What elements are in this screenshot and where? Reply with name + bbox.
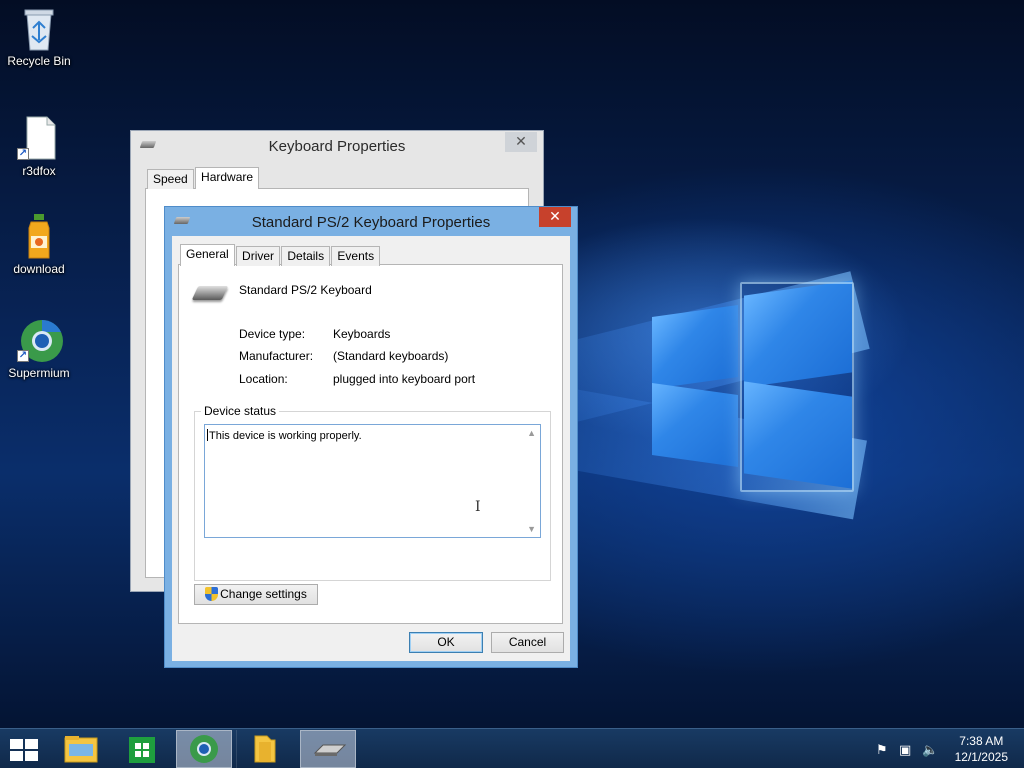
desktop-icon-r3dfox[interactable]: ↗ r3dfox — [0, 116, 78, 178]
uac-shield-icon — [205, 587, 219, 601]
tab-events[interactable]: Events — [331, 246, 381, 266]
taskbar-file-explorer[interactable] — [53, 730, 109, 768]
window-title: Keyboard Properties — [268, 138, 406, 155]
ok-button[interactable]: OK — [409, 632, 483, 653]
tab-general[interactable]: General — [180, 244, 235, 266]
tab-details[interactable]: Details — [281, 246, 331, 266]
device-status-label: Device status — [201, 404, 280, 418]
keyboard-device-icon — [191, 286, 229, 300]
device-status-textbox[interactable]: This device is working properly. ▲ ▼ I — [204, 424, 541, 538]
standard-ps2-keyboard-properties-dialog: Standard PS/2 Keyboard Properties ✕ Stan… — [164, 206, 578, 668]
taskbar-supermium[interactable] — [176, 730, 232, 768]
browser-icon: ↗ — [17, 318, 63, 362]
wallpaper-logo-glow — [740, 282, 854, 492]
tab-hardware[interactable]: Hardware — [195, 167, 260, 189]
folder-icon — [254, 735, 276, 763]
taskbar: ⚑ ▣ 🔈 7:38 AM 12/1/2025 — [0, 728, 1024, 768]
device-status-text: This device is working properly. — [209, 430, 362, 442]
file-shortcut-icon: ↗ — [17, 116, 59, 160]
desktop-icon-download[interactable]: download — [0, 214, 78, 276]
desktop-icon-label: Supermium — [8, 366, 70, 380]
location-label: Location: — [239, 372, 288, 386]
windows-logo-icon — [10, 739, 38, 761]
change-settings-button[interactable]: Change settings — [194, 584, 318, 605]
window-title: Standard PS/2 Keyboard Properties — [251, 214, 491, 231]
wallpaper-logo-pane — [652, 304, 738, 390]
ibeam-cursor-icon: I — [475, 499, 481, 515]
device-status-text-wrap: This device is working properly. — [207, 429, 362, 442]
juice-bottle-icon — [19, 214, 59, 259]
tab-strip: General Driver Details Events — [180, 244, 381, 268]
cancel-button[interactable]: Cancel — [491, 632, 564, 653]
desktop-icon-supermium[interactable]: ↗ Supermium — [0, 318, 78, 380]
tab-speed[interactable]: Speed — [147, 169, 194, 189]
tab-driver[interactable]: Driver — [236, 246, 281, 266]
text-caret — [207, 429, 208, 441]
change-settings-label: Change settings — [220, 587, 307, 601]
wallpaper-logo-pane — [652, 382, 738, 468]
taskbar-clock[interactable]: 7:38 AM 12/1/2025 — [955, 733, 1008, 765]
desktop: Recycle Bin ↗ r3dfox download ↗ Supermiu… — [0, 0, 1024, 728]
taskbar-folder[interactable] — [236, 730, 292, 768]
recycle-bin-icon — [19, 6, 59, 51]
location-value: plugged into keyboard port — [333, 372, 476, 386]
device-status-group: Device status This device is working pro… — [194, 404, 551, 581]
flag-icon[interactable]: ⚑ — [876, 742, 888, 758]
window-titlebar[interactable]: Keyboard Properties ✕ — [131, 131, 543, 161]
tab-strip: Speed Hardware — [147, 167, 260, 191]
desktop-icon-recycle-bin[interactable]: Recycle Bin — [0, 6, 78, 68]
taskbar-store[interactable] — [114, 730, 170, 768]
clock-time: 7:38 AM — [959, 734, 1004, 748]
start-button[interactable] — [0, 730, 48, 768]
browser-icon — [190, 735, 218, 763]
dialog-client-area: Standard PS/2 Keyboard Device type: Keyb… — [172, 236, 570, 661]
desktop-icon-label: r3dfox — [22, 164, 56, 178]
shortcut-arrow-icon: ↗ — [17, 350, 29, 362]
manufacturer-value: (Standard keyboards) — [333, 349, 449, 363]
manufacturer-label: Manufacturer: — [239, 349, 314, 363]
network-icon[interactable]: ▣ — [899, 742, 911, 758]
scroll-up-arrow-icon[interactable]: ▲ — [527, 428, 536, 438]
shortcut-arrow-icon: ↗ — [17, 148, 29, 160]
store-icon — [129, 737, 155, 763]
keyboard-icon — [313, 744, 347, 756]
device-type-label: Device type: — [239, 327, 306, 341]
taskbar-keyboard-properties[interactable] — [300, 730, 356, 768]
device-type-value: Keyboards — [333, 327, 391, 341]
scroll-down-arrow-icon[interactable]: ▼ — [527, 524, 536, 534]
window-titlebar[interactable]: Standard PS/2 Keyboard Properties ✕ — [165, 207, 577, 235]
file-explorer-icon — [64, 736, 98, 763]
desktop-icon-label: Recycle Bin — [7, 54, 71, 68]
desktop-icon-label: download — [13, 262, 65, 276]
close-button[interactable]: ✕ — [539, 207, 571, 227]
clock-date: 12/1/2025 — [954, 750, 1008, 764]
volume-muted-icon[interactable]: 🔈 — [922, 742, 938, 758]
tab-panel-general: Standard PS/2 Keyboard Device type: Keyb… — [178, 264, 563, 624]
device-name: Standard PS/2 Keyboard — [239, 283, 372, 297]
close-button[interactable]: ✕ — [505, 132, 537, 152]
